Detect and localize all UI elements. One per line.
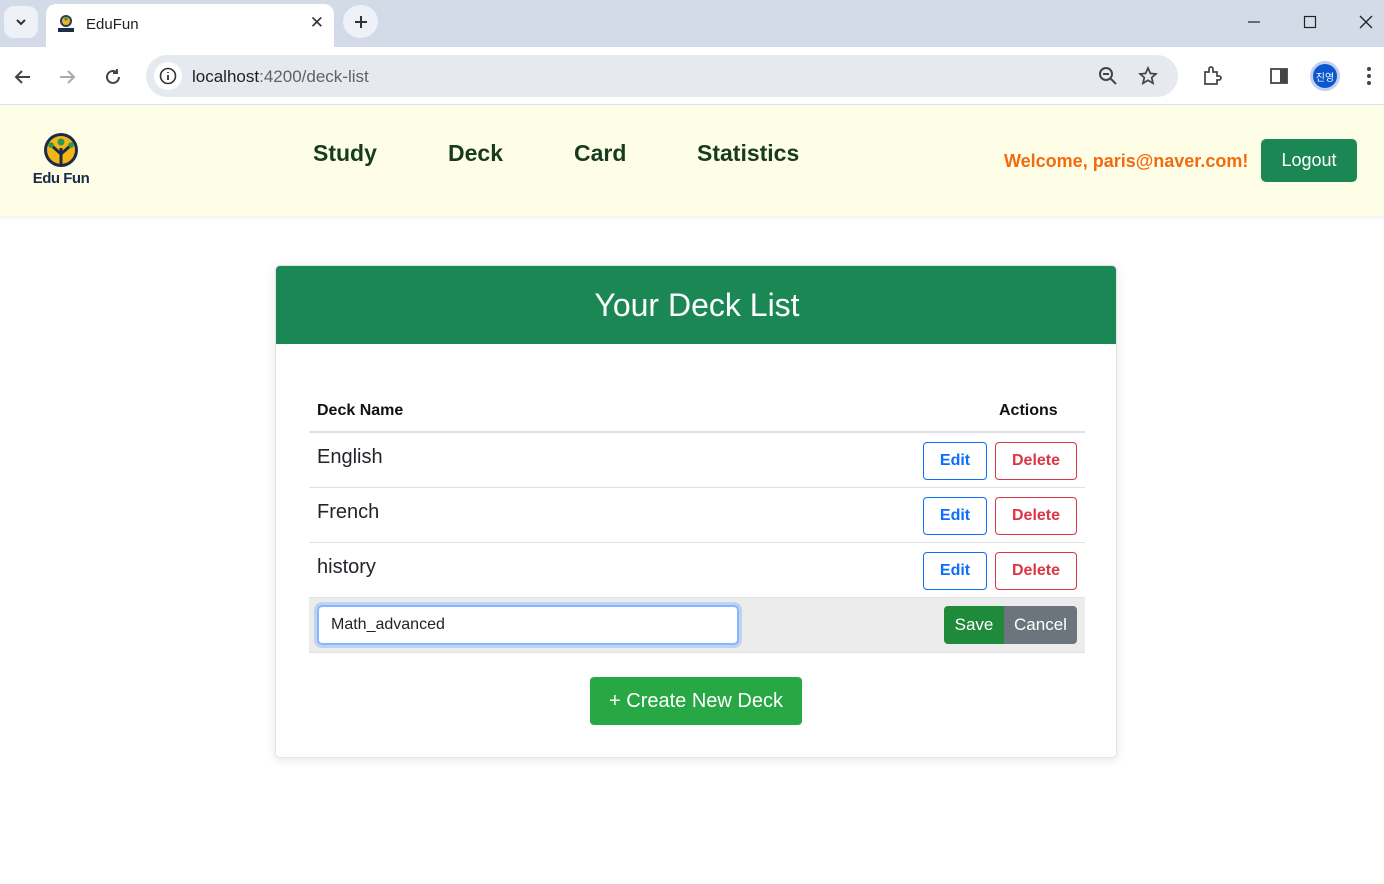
side-panel-icon[interactable] — [1267, 64, 1291, 88]
nav-statistics[interactable]: Statistics — [697, 140, 799, 167]
table-row: English Edit Delete — [309, 433, 1085, 488]
maximize-button[interactable] — [1290, 8, 1330, 36]
reload-button[interactable] — [97, 61, 129, 93]
chevron-down-icon — [16, 19, 26, 26]
column-deck-name: Deck Name — [317, 402, 404, 419]
deck-name: English — [317, 446, 383, 468]
deck-list-card: Your Deck List Deck Name Actions English… — [275, 265, 1117, 758]
deck-name: French — [317, 501, 380, 523]
address-bar[interactable]: localhost:4200/deck-list — [146, 55, 1178, 97]
back-button[interactable] — [7, 61, 39, 93]
edufun-logo[interactable]: Edu Fun — [28, 132, 94, 190]
forward-button[interactable] — [51, 61, 83, 93]
edufun-favicon-icon — [58, 15, 74, 32]
forward-arrow-icon — [60, 70, 76, 84]
maximize-icon — [1303, 15, 1317, 29]
cancel-button[interactable]: Cancel — [1004, 606, 1077, 644]
card-title: Your Deck List — [276, 266, 1116, 344]
tab-title: EduFun — [86, 16, 139, 33]
minimize-icon — [1248, 21, 1260, 23]
logo-icon — [44, 133, 78, 167]
table-header: Deck Name Actions — [309, 390, 1085, 433]
browser-tab[interactable]: EduFun ✕ — [46, 4, 334, 47]
back-arrow-icon — [14, 70, 30, 84]
extensions-icon[interactable] — [1200, 64, 1224, 88]
zoom-icon[interactable] — [1097, 65, 1119, 87]
browser-tab-bar: EduFun ✕ — [0, 0, 1384, 47]
table-row-editing: Save Cancel — [309, 598, 1085, 653]
delete-button[interactable]: Delete — [995, 552, 1077, 590]
close-window-button[interactable] — [1346, 8, 1384, 36]
welcome-message: Welcome, paris@naver.com! — [1004, 151, 1249, 171]
logout-button[interactable]: Logout — [1261, 139, 1357, 182]
deck-table: Deck Name Actions English Edit Delete Fr… — [309, 390, 1085, 653]
edit-button[interactable]: Edit — [923, 552, 987, 590]
nav-card[interactable]: Card — [574, 140, 626, 167]
bookmark-star-icon[interactable] — [1137, 65, 1159, 87]
more-menu-icon[interactable] — [1357, 64, 1381, 88]
profile-avatar[interactable]: 진영 — [1310, 61, 1340, 91]
table-row: French Edit Delete — [309, 488, 1085, 543]
nav-study[interactable]: Study — [313, 140, 377, 167]
table-row: history Edit Delete — [309, 543, 1085, 598]
delete-button[interactable]: Delete — [995, 442, 1077, 480]
new-tab-button[interactable] — [343, 5, 378, 38]
save-button[interactable]: Save — [944, 606, 1004, 644]
edit-button[interactable]: Edit — [923, 442, 987, 480]
logo-text: Edu Fun — [32, 170, 90, 187]
deck-name-input[interactable] — [317, 605, 739, 645]
nav-deck[interactable]: Deck — [448, 140, 503, 167]
edit-button[interactable]: Edit — [923, 497, 987, 535]
create-new-deck-button[interactable]: + Create New Deck — [590, 677, 802, 725]
app-header: Edu Fun Study Deck Card Statistics Welco… — [0, 106, 1384, 216]
tab-search-button[interactable] — [4, 6, 38, 38]
reload-icon — [106, 69, 120, 84]
browser-toolbar: localhost:4200/deck-list 진영 — [0, 47, 1384, 105]
close-icon[interactable]: ✕ — [310, 13, 324, 33]
minimize-button[interactable] — [1234, 8, 1274, 36]
plus-icon — [354, 15, 367, 28]
column-actions: Actions — [999, 402, 1058, 419]
delete-button[interactable]: Delete — [995, 497, 1077, 535]
url-text: localhost:4200/deck-list — [192, 67, 369, 86]
close-window-icon — [1359, 15, 1373, 29]
site-info-icon[interactable] — [154, 62, 182, 90]
deck-name: history — [317, 556, 376, 578]
